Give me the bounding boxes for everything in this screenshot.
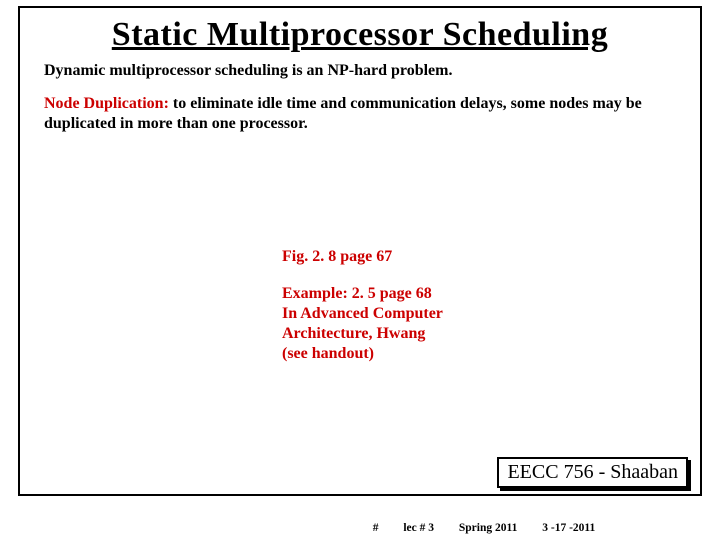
- lecture-number: lec # 3: [403, 522, 434, 534]
- body-line-1: Dynamic multiprocessor scheduling is an …: [44, 62, 676, 80]
- example-line-2: In Advanced Computer: [282, 304, 532, 324]
- course-badge: EECC 756 - Shaaban: [497, 457, 688, 488]
- example-line-3: Architecture, Hwang: [282, 324, 532, 344]
- node-duplication-label: Node Duplication:: [44, 95, 169, 112]
- footer-meta: # lec # 3 Spring 2011 3 -17 -2011: [0, 522, 720, 534]
- example-line-4: (see handout): [282, 344, 532, 364]
- slide-title: Static Multiprocessor Scheduling: [44, 16, 676, 54]
- reference-block: Fig. 2. 8 page 67 Example: 2. 5 page 68 …: [282, 248, 532, 364]
- term-label: Spring 2011: [459, 522, 517, 534]
- example-line-1: Example: 2. 5 page 68: [282, 284, 532, 304]
- slide-number: #: [373, 522, 379, 534]
- date-label: 3 -17 -2011: [542, 522, 595, 534]
- slide-frame: Static Multiprocessor Scheduling Dynamic…: [18, 6, 702, 496]
- example-reference: Example: 2. 5 page 68 In Advanced Comput…: [282, 284, 532, 364]
- figure-reference: Fig. 2. 8 page 67: [282, 248, 532, 266]
- body-line-2: Node Duplication: to eliminate idle time…: [44, 94, 676, 134]
